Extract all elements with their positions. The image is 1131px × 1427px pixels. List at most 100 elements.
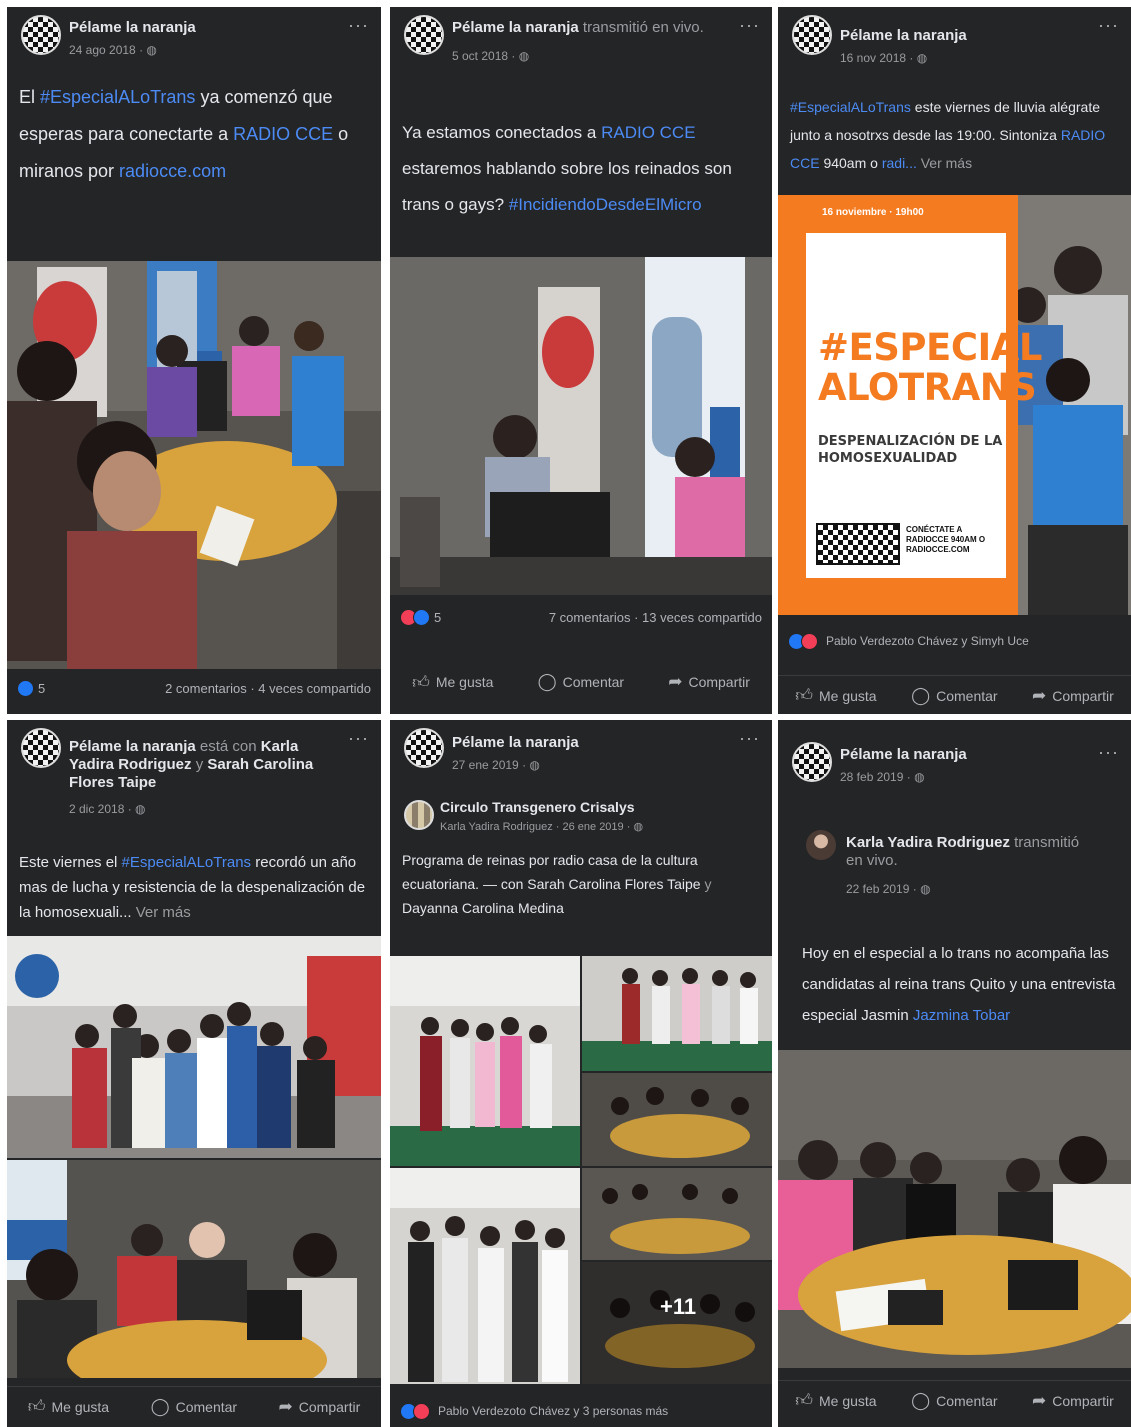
shared-page-name[interactable]: Circulo Transgenero Crisalys: [440, 799, 635, 815]
post-card-1: Pélame la naranja 24 ago 2018 · ◍ ··· El…: [7, 7, 381, 714]
page-avatar[interactable]: [404, 15, 444, 55]
page-avatar[interactable]: [792, 15, 832, 55]
post-date[interactable]: 16 nov 2018 ·: [840, 51, 917, 65]
reaction-bar: 5 7 comentarios · 13 veces compartido: [390, 599, 772, 635]
more-dots-icon[interactable]: ···: [1098, 15, 1119, 36]
thumbs-up-icon: [17, 679, 34, 697]
poster-subtitle: DESPENALIZACIÓN DE LA HOMOSEXUALIDAD: [818, 434, 1003, 466]
page-name[interactable]: Pélame la naranja: [452, 19, 579, 36]
post-card-4: Pélame la naranja está con Karla Yadira …: [7, 720, 381, 1427]
page-avatar[interactable]: [792, 742, 832, 782]
heart-icon: [801, 632, 818, 650]
page-avatar[interactable]: [404, 728, 444, 768]
comment-bubble-icon: ◯: [911, 685, 931, 705]
reacted-by[interactable]: Pablo Verdezoto Chávez y 3 personas más: [438, 1404, 668, 1418]
reaction-count[interactable]: 5: [38, 681, 45, 696]
post-header: Pélame la naranja 28 feb 2019 · ◍ ···: [778, 720, 1131, 816]
hashtag-link[interactable]: #EspecialALoTrans: [40, 87, 195, 107]
more-dots-icon[interactable]: ···: [348, 728, 369, 749]
reacted-by[interactable]: Pablo Verdezoto Chávez y Simyh Uce: [826, 634, 1029, 648]
post-header: Pélame la naranja está con Karla Yadira …: [7, 720, 381, 844]
hashtag-link[interactable]: #EspecialALoTrans: [790, 99, 911, 115]
comment-bubble-icon: ◯: [150, 1396, 170, 1416]
page-name[interactable]: Pélame la naranja: [69, 738, 196, 755]
shared-person-name[interactable]: Karla Yadira Rodriguez: [846, 834, 1010, 851]
action-bar: 👍︎ Me gusta ◯ Comentar ➦ Compartir: [778, 1380, 1131, 1420]
post-text: #EspecialALoTrans este viernes de lluvia…: [790, 99, 1106, 171]
action-bar: 👍︎ Me gusta ◯ Comentar ➦ Compartir: [778, 675, 1131, 714]
comment-button[interactable]: ◯ Comentar: [151, 1397, 238, 1417]
post-date[interactable]: 27 ene 2019 ·: [452, 758, 529, 772]
thumbs-up-icon: 👍︎: [412, 672, 430, 692]
see-more-link[interactable]: Ver más: [917, 155, 972, 171]
like-button[interactable]: 👍︎ Me gusta: [412, 672, 493, 693]
post-header: Pélame la naranja 27 ene 2019 · ◍ ···: [390, 720, 772, 790]
post-photo[interactable]: [7, 261, 381, 669]
page-name[interactable]: Pélame la naranja: [840, 746, 967, 763]
page-avatar[interactable]: [21, 15, 61, 55]
post-text: Este viernes el #EspecialALoTrans record…: [19, 854, 366, 921]
thumbs-up-icon: 👍︎: [27, 1397, 46, 1416]
page-name[interactable]: Pélame la naranja: [69, 19, 196, 36]
post-date[interactable]: 5 oct 2018 ·: [452, 49, 519, 63]
more-dots-icon[interactable]: ···: [739, 15, 760, 36]
radio-cce-link[interactable]: RADIO CCE: [233, 124, 333, 144]
post-photo[interactable]: [778, 1050, 1131, 1368]
post-photo-studio[interactable]: [7, 1160, 381, 1378]
comments-shares[interactable]: 2 comentarios · 4 veces compartido: [165, 681, 371, 696]
shared-post-header: Circulo Transgenero Crisalys Karla Yadir…: [400, 796, 762, 840]
thumbs-up-icon: 👍︎: [795, 686, 813, 705]
like-button[interactable]: 👍︎ Me gusta: [795, 685, 876, 706]
globe-icon: ◍: [633, 821, 644, 833]
comment-button[interactable]: ◯ Comentar: [911, 686, 998, 706]
post-card-2: Pélame la naranja transmitió en vivo. 5 …: [390, 7, 772, 714]
post-photo[interactable]: 16 noviembre · 19h00 #ESPECIAL ALOTRANS …: [778, 195, 1131, 615]
shared-person-avatar[interactable]: [806, 830, 836, 860]
shared-post-date[interactable]: 22 feb 2019 ·: [846, 882, 920, 896]
post-date[interactable]: 2 dic 2018 ·: [69, 802, 135, 816]
more-dots-icon[interactable]: ···: [739, 728, 760, 749]
post-card-6: Pélame la naranja 28 feb 2019 · ◍ ··· Ka…: [778, 720, 1131, 1427]
comment-bubble-icon: ◯: [537, 672, 557, 691]
mention-link[interactable]: Jazmina Tobar: [913, 1007, 1010, 1024]
action-bar: 👍︎ Me gusta ◯ Comentar ➦ Compartir: [390, 662, 772, 702]
page-name[interactable]: Pélame la naranja: [840, 27, 967, 44]
comment-button[interactable]: ◯ Comentar: [538, 672, 625, 692]
radiocce-url-link[interactable]: radiocce.com: [119, 161, 226, 181]
hashtag-link[interactable]: #EspecialALoTrans: [122, 854, 252, 871]
tagged-person-2[interactable]: Dayanna Carolina Medina: [402, 900, 564, 916]
reaction-count[interactable]: 5: [434, 610, 441, 625]
share-arrow-icon: ➦: [1032, 685, 1047, 705]
like-button[interactable]: 👍︎ Me gusta: [795, 1390, 876, 1411]
shared-post-date[interactable]: Karla Yadira Rodriguez · 26 ene 2019 ·: [440, 821, 633, 833]
post-photo-grid[interactable]: +11: [390, 956, 772, 1384]
post-text: Ya estamos conectados a RADIO CCE estare…: [402, 123, 732, 214]
globe-icon: ◍: [916, 51, 928, 65]
radio-cce-link[interactable]: RADIO CCE: [601, 123, 695, 142]
more-photos-badge[interactable]: +11: [660, 1294, 696, 1320]
more-dots-icon[interactable]: ···: [1098, 742, 1119, 763]
post-date[interactable]: 28 feb 2019 ·: [840, 770, 914, 784]
promo-poster: 16 noviembre · 19h00 #ESPECIAL ALOTRANS …: [778, 195, 1042, 615]
share-button[interactable]: ➦ Compartir: [1032, 1391, 1114, 1411]
page-name[interactable]: Pélame la naranja: [452, 734, 579, 751]
like-button[interactable]: 👍︎ Me gusta: [28, 1396, 109, 1417]
comments-shares[interactable]: 7 comentarios · 13 veces compartido: [549, 610, 762, 625]
heart-icon: [413, 1402, 430, 1420]
globe-icon: ◍: [920, 882, 931, 896]
hashtag-link[interactable]: #IncidiendoDesdeElMicro: [509, 195, 702, 214]
page-avatar[interactable]: [21, 728, 61, 768]
post-header: Pélame la naranja transmitió en vivo. 5 …: [390, 7, 772, 115]
radiocce-url-link[interactable]: radi...: [882, 155, 917, 171]
post-photo[interactable]: [390, 257, 772, 595]
comment-button[interactable]: ◯ Comentar: [911, 1391, 998, 1411]
shared-page-avatar[interactable]: [404, 800, 434, 830]
post-date[interactable]: 24 ago 2018 ·: [69, 43, 146, 57]
tagged-person-1[interactable]: Sarah Carolina Flores Taipe: [527, 876, 700, 892]
see-more-link[interactable]: Ver más: [132, 904, 191, 921]
post-photo-group[interactable]: [7, 936, 381, 1158]
share-button[interactable]: ➦ Compartir: [279, 1397, 361, 1417]
share-button[interactable]: ➦ Compartir: [668, 672, 750, 692]
share-button[interactable]: ➦ Compartir: [1032, 686, 1114, 706]
more-dots-icon[interactable]: ···: [348, 15, 369, 36]
